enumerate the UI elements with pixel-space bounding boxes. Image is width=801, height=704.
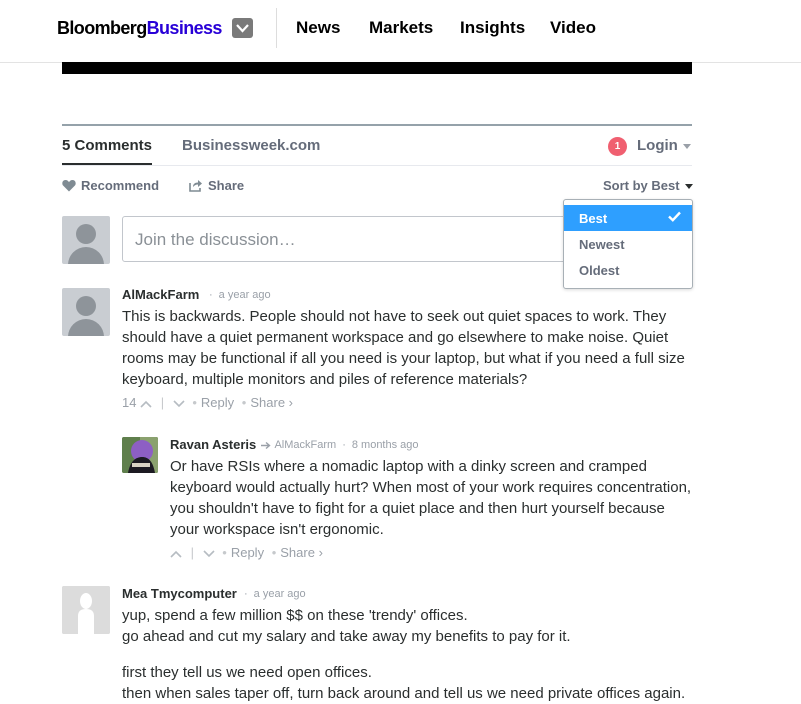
sort-option-label: Newest	[579, 237, 625, 252]
sort-option-newest[interactable]: Newest	[564, 231, 692, 257]
login-button[interactable]: Login	[637, 137, 691, 154]
media-bottom-edge	[62, 62, 692, 74]
nav-insights[interactable]: Insights	[460, 18, 525, 38]
notification-badge[interactable]: 1	[608, 137, 627, 156]
heart-icon	[62, 180, 76, 192]
sort-option-label: Oldest	[579, 263, 620, 278]
avatar-image	[122, 437, 158, 473]
site-header: BloombergBusiness News Markets Insights …	[0, 0, 801, 63]
comment-line: go ahead and cut my salary and take away…	[122, 628, 571, 645]
tab-comments[interactable]: 5 Comments	[62, 137, 152, 154]
comment-line: rooms may be functional if all you need …	[122, 350, 685, 367]
comment-line: should have a quiet permanent workspace …	[122, 329, 669, 346]
comment-line: keyboard, multiple monitors and piles of…	[122, 371, 528, 388]
share-label: Share	[208, 178, 245, 193]
sort-dropdown-toggle[interactable]: Sort by Best	[603, 178, 693, 193]
comment-meta: · a year ago	[244, 588, 306, 600]
sort-option-best[interactable]: Best	[564, 205, 692, 231]
comment-line: you shouldn't have to fight for a quiet …	[170, 500, 665, 517]
comment-actions: 14 | • Reply • Share ›	[122, 395, 293, 410]
tab-businessweek[interactable]: Businessweek.com	[182, 137, 320, 154]
reply-to-author[interactable]: AlMackFarm	[274, 439, 336, 451]
menu-dropdown-button[interactable]	[232, 18, 253, 38]
reply-arrow-icon	[261, 441, 271, 449]
comment-line: first they tell us we need open offices.	[122, 664, 372, 681]
comment-timestamp[interactable]: a year ago	[254, 588, 306, 600]
comment-line: keyboard would actually hurt? When most …	[170, 479, 692, 496]
comment-timestamp[interactable]: a year ago	[219, 289, 271, 301]
comment-actions: | • Reply • Share ›	[170, 545, 323, 560]
share-icon	[189, 180, 202, 192]
recommend-button[interactable]: Recommend	[62, 178, 159, 193]
comment-meta: AlMackFarm · 8 months ago	[260, 439, 419, 451]
upvote-icon[interactable]	[140, 400, 152, 408]
comment-author[interactable]: Mea Tmycomputer	[122, 586, 237, 601]
sort-label: Sort by Best	[603, 178, 680, 193]
comment-line: yup, spend a few million $$ on these 'tr…	[122, 607, 468, 624]
login-label: Login	[637, 137, 678, 154]
caret-down-icon	[684, 184, 693, 190]
reply-link[interactable]: Reply	[231, 545, 264, 560]
comment-body: yup, spend a few million $$ on these 'tr…	[122, 605, 685, 704]
comment-line: your workspace isn't ergonomic.	[170, 521, 384, 538]
downvote-icon[interactable]	[173, 399, 185, 408]
upvote-icon[interactable]	[170, 550, 182, 558]
recommend-label: Recommend	[81, 178, 160, 193]
caret-down-icon	[682, 143, 691, 149]
avatar[interactable]	[62, 288, 110, 336]
default-avatar-silhouette	[62, 586, 110, 634]
logo-prefix: Bloomberg	[57, 18, 147, 38]
sort-option-oldest[interactable]: Oldest	[564, 257, 692, 283]
vote-count: 14	[122, 395, 137, 410]
comment-line: This is backwards. People should not hav…	[122, 308, 667, 325]
share-button[interactable]: Share	[189, 178, 244, 193]
comments-top-rule	[62, 124, 692, 126]
tabs-divider	[62, 165, 692, 166]
chevron-down-icon	[236, 24, 249, 33]
header-divider	[276, 8, 277, 48]
comment-meta: · a year ago	[209, 289, 271, 301]
reply-link[interactable]: Reply	[201, 395, 234, 410]
sort-option-label: Best	[579, 211, 608, 226]
sort-dropdown-menu: Best Newest Oldest	[563, 199, 693, 289]
comment-line: Or have RSIs where a nomadic laptop with…	[170, 458, 647, 475]
comment-body: Or have RSIs where a nomadic laptop with…	[170, 456, 691, 540]
bloomberg-business-logo[interactable]: BloombergBusiness	[57, 18, 222, 39]
comment-author[interactable]: AlMackFarm	[122, 287, 199, 302]
comment-line: then when sales taper off, turn back aro…	[122, 685, 686, 702]
downvote-icon[interactable]	[203, 549, 215, 558]
logo-suffix: Business	[146, 18, 223, 38]
share-link[interactable]: Share ›	[250, 395, 293, 410]
nav-markets[interactable]: Markets	[369, 18, 433, 38]
avatar[interactable]	[62, 586, 110, 634]
share-link[interactable]: Share ›	[280, 545, 323, 560]
comment-timestamp[interactable]: 8 months ago	[352, 439, 419, 451]
checkmark-icon	[668, 211, 681, 222]
avatar[interactable]	[122, 437, 158, 473]
join-placeholder: Join the discussion…	[135, 230, 296, 249]
nav-news[interactable]: News	[296, 18, 340, 38]
comment-body: This is backwards. People should not hav…	[122, 306, 685, 390]
user-avatar	[62, 216, 110, 264]
nav-video[interactable]: Video	[550, 18, 596, 38]
comment-author[interactable]: Ravan Asteris	[170, 437, 256, 452]
